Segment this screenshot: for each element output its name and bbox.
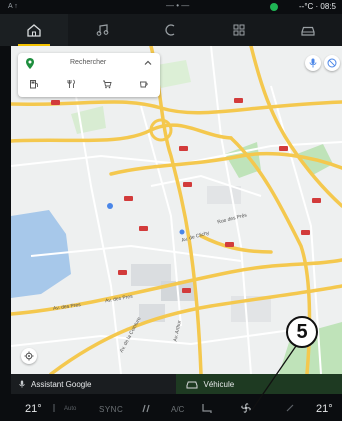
fan-icon[interactable] <box>240 402 252 414</box>
car-icon <box>186 381 197 389</box>
status-connection-dot <box>270 3 278 11</box>
sync-button[interactable]: SYNC <box>99 405 123 414</box>
location-target-icon <box>24 351 34 361</box>
phone-icon <box>165 24 175 36</box>
tab-apps[interactable] <box>205 14 273 46</box>
tab-home[interactable] <box>0 14 69 46</box>
apps-icon <box>233 24 245 36</box>
callout-number-badge: 5 <box>286 316 318 348</box>
voice-search-button[interactable] <box>305 55 321 71</box>
seat-airflow-icon[interactable] <box>140 402 152 414</box>
home-icon <box>27 24 41 37</box>
chevron-up-icon[interactable] <box>144 59 152 67</box>
google-assistant-widget[interactable]: Assistant Google <box>11 374 176 394</box>
google-maps-pin-icon <box>26 58 34 69</box>
microphone-icon <box>309 58 317 68</box>
defrost-icon[interactable] <box>284 402 296 414</box>
ac-button[interactable]: A/C <box>171 405 184 414</box>
shopping-icon[interactable] <box>97 77 117 91</box>
fan-small-icon[interactable] <box>51 402 61 414</box>
no-sound-icon <box>327 58 337 68</box>
auto-label[interactable]: Auto <box>64 406 76 412</box>
vehicle-label: Véhicule <box>203 379 235 389</box>
search-bar[interactable]: Rechercher <box>18 53 160 75</box>
status-bar: A ↑ — • — --°C · 08:5 <box>0 0 342 14</box>
status-temperature: --°C <box>298 2 314 11</box>
search-card: Rechercher <box>18 53 160 97</box>
infotainment-screen: A ↑ — • — --°C · 08:5 Av. de Clichy Av. … <box>0 0 342 421</box>
top-navigation <box>0 14 342 46</box>
recenter-button[interactable] <box>21 348 37 364</box>
vehicle-widget[interactable]: Véhicule <box>175 374 342 394</box>
climate-bar: 21° Auto SYNC A/C 21° <box>0 396 342 421</box>
tab-music[interactable] <box>68 14 136 46</box>
restaurant-icon[interactable] <box>61 77 81 91</box>
music-icon <box>96 24 108 36</box>
tab-phone[interactable] <box>137 14 205 46</box>
status-left: A ↑ <box>8 3 18 10</box>
driver-temperature[interactable]: 21° <box>25 403 42 415</box>
coffee-icon[interactable] <box>134 77 154 91</box>
gas-station-icon[interactable] <box>24 77 44 91</box>
map-layers-button[interactable] <box>324 55 340 71</box>
car-icon <box>301 26 315 36</box>
assistant-mic-icon <box>19 380 25 388</box>
passenger-temperature[interactable]: 21° <box>316 403 333 415</box>
search-placeholder: Rechercher <box>70 59 107 66</box>
status-time: 08:5 <box>320 2 336 11</box>
status-center-indicator: — • — <box>166 1 190 10</box>
status-right: --°C · 08:5 <box>298 2 336 11</box>
assistant-label: Assistant Google <box>31 379 92 389</box>
search-categories <box>24 77 154 93</box>
seat-heating-icon[interactable] <box>200 402 214 414</box>
tab-vehicle[interactable] <box>274 14 342 46</box>
widget-bar: Assistant Google Véhicule <box>11 374 342 394</box>
